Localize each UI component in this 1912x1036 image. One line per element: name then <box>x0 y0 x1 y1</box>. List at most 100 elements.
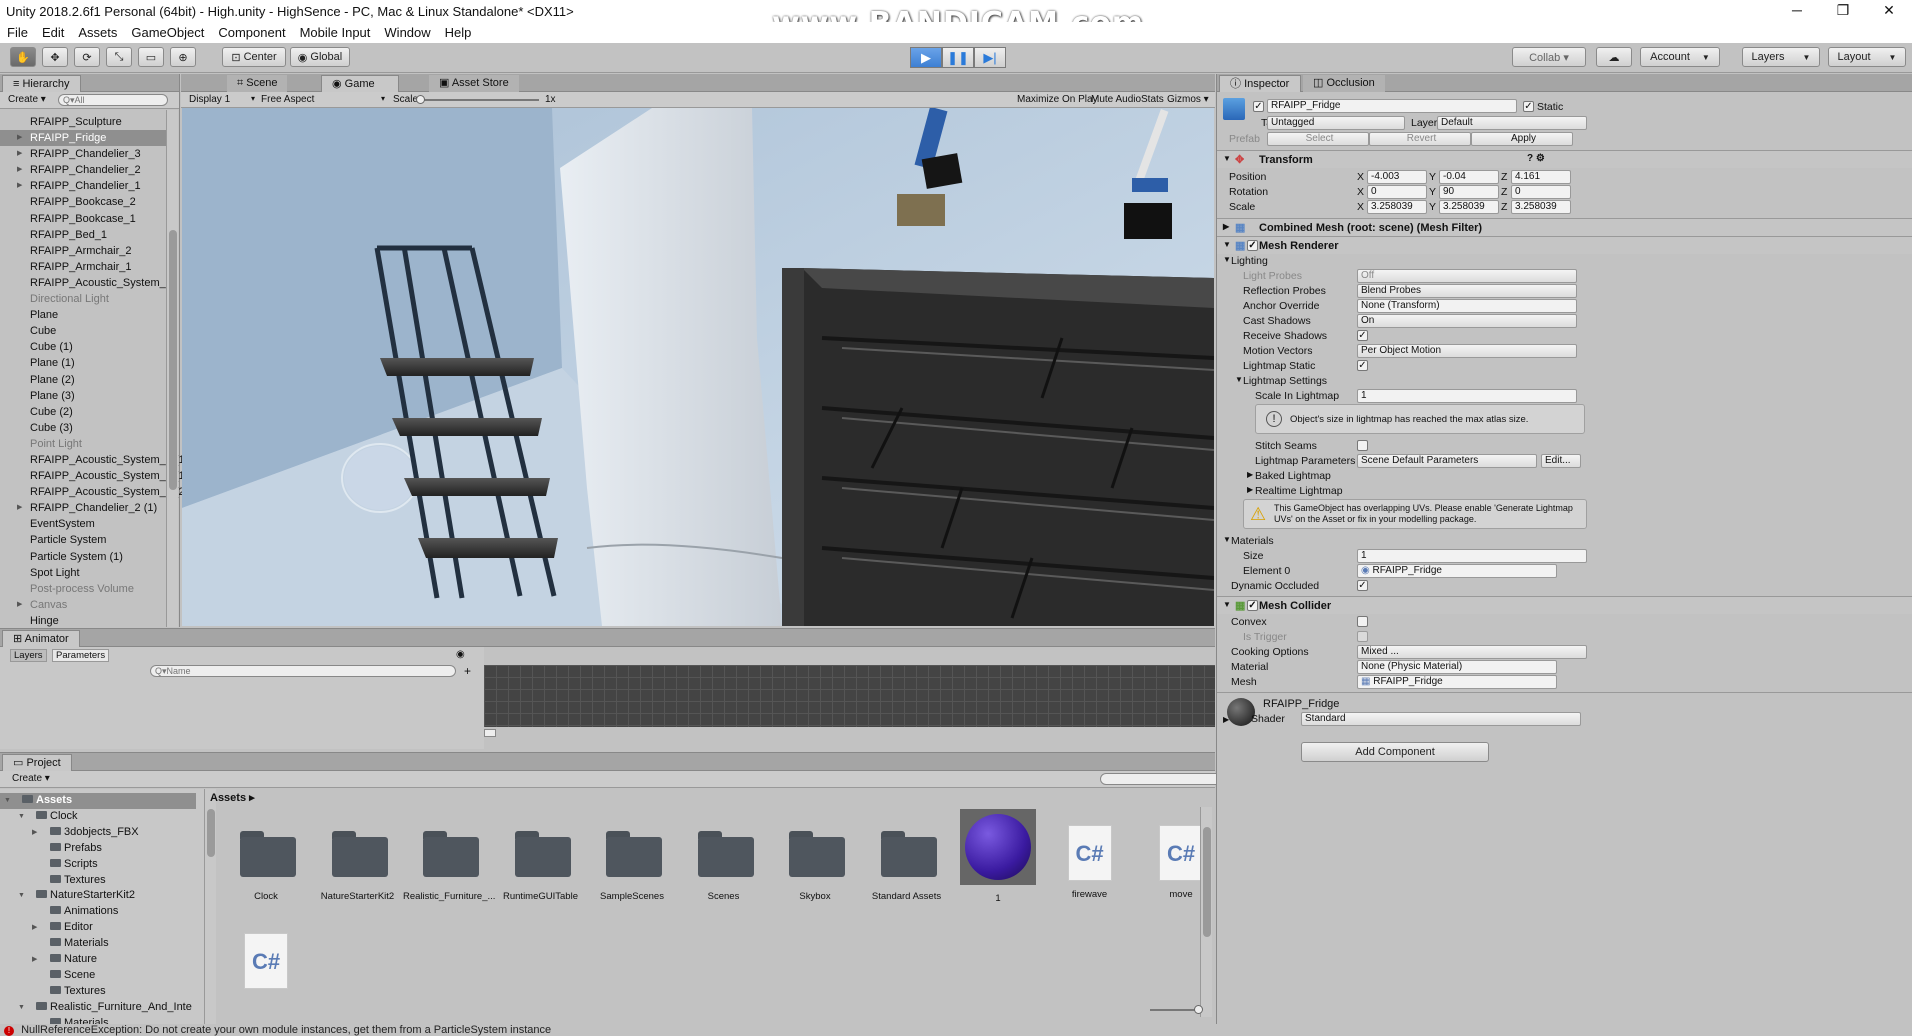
cloud-button[interactable]: ☁ <box>1596 47 1632 67</box>
is-trigger-checkbox[interactable] <box>1357 631 1368 642</box>
tab-animator[interactable]: ⊞ Animator <box>2 630 80 647</box>
space-global-button[interactable]: ◉ Global <box>290 47 350 67</box>
tab-asset-store[interactable]: ▣ Asset Store <box>429 75 519 92</box>
project-tree-item[interactable]: ▼ NatureStarterKit2 <box>0 888 196 904</box>
hierarchy-item[interactable]: Spot Light <box>0 565 166 581</box>
foldout-icon[interactable]: ▶ <box>1223 715 1229 724</box>
menu-help[interactable]: Help <box>438 25 479 40</box>
reflection-probes-dropdown[interactable]: Blend Probes <box>1357 284 1577 298</box>
icon-size-slider[interactable] <box>1150 1005 1203 1014</box>
menu-window[interactable]: Window <box>377 25 437 40</box>
create-button[interactable]: Create ▾ <box>8 94 46 105</box>
scale-slider[interactable] <box>416 95 539 104</box>
gizmos-dropdown[interactable]: Gizmos ▾ <box>1167 94 1209 105</box>
asset-item[interactable]: C# move <box>1135 815 1227 900</box>
transform-tool-icon[interactable]: ⊕ <box>170 47 196 67</box>
hierarchy-item[interactable]: Cube (3) <box>0 420 166 436</box>
realtime-lightmap-label[interactable]: Realtime Lightmap <box>1255 485 1343 497</box>
menu-file[interactable]: File <box>0 25 35 40</box>
hierarchy-item[interactable]: RFAIPP_Armchair_2 <box>0 243 166 259</box>
hierarchy-item[interactable]: Plane <box>0 307 166 323</box>
hierarchy-item[interactable]: Canvas <box>0 597 166 613</box>
hierarchy-item[interactable]: RFAIPP_Chandelier_2 <box>0 162 166 178</box>
mesh-renderer-header[interactable]: ▼ ▦ ✓ Mesh Renderer <box>1217 236 1912 254</box>
icon-size-slider-thumb[interactable] <box>1194 1005 1203 1014</box>
tab-project[interactable]: ▭ Project <box>2 754 72 771</box>
foldout-icon[interactable]: ▼ <box>1235 375 1243 384</box>
asset-item[interactable]: C# <box>220 933 312 989</box>
asset-item[interactable]: Realistic_Furniture_... <box>403 815 495 902</box>
hierarchy-item[interactable]: Plane (1) <box>0 355 166 371</box>
scale-slider-thumb[interactable] <box>416 95 425 104</box>
asset-item[interactable]: SampleScenes <box>586 815 678 902</box>
hierarchy-item[interactable]: RFAIPP_Bed_1 <box>0 227 166 243</box>
layer-dropdown[interactable]: Default <box>1437 116 1587 130</box>
foldout-icon[interactable]: ▶ <box>32 920 37 936</box>
dynamic-occluded-checkbox[interactable]: ✓ <box>1357 580 1368 591</box>
foldout-icon[interactable]: ▼ <box>1223 255 1231 264</box>
aspect-dropdown[interactable]: Free Aspect <box>261 94 381 105</box>
game-viewport[interactable] <box>182 108 1214 626</box>
active-checkbox[interactable]: ✓ <box>1253 101 1264 112</box>
hierarchy-item[interactable]: RFAIPP_Chandelier_2 (1) <box>0 500 166 516</box>
stats-toggle[interactable]: Stats <box>1141 94 1164 105</box>
hierarchy-item[interactable]: Plane (3) <box>0 388 166 404</box>
transform-rot-y-field[interactable]: 90 <box>1439 185 1499 199</box>
anchor-override-field[interactable]: None (Transform) <box>1357 299 1577 313</box>
hierarchy-item[interactable]: RFAIPP_Acoustic_System_2 (1) <box>0 468 188 484</box>
transform-pos-y-field[interactable]: -0.04 <box>1439 170 1499 184</box>
mesh-filter-header[interactable]: ▶ ▦ Combined Mesh (root: scene) (Mesh Fi… <box>1217 218 1912 236</box>
motion-vectors-dropdown[interactable]: Per Object Motion <box>1357 344 1577 358</box>
materials-size-field[interactable]: 1 <box>1357 549 1587 563</box>
eye-icon[interactable]: ◉ <box>456 649 465 660</box>
asset-scrollbar[interactable] <box>1200 807 1212 1017</box>
animator-layers-tab[interactable]: Layers <box>10 649 47 662</box>
project-tree-item[interactable]: Animations <box>0 904 196 920</box>
hierarchy-item[interactable]: RFAIPP_Armchair_1 <box>0 259 166 275</box>
foldout-icon[interactable]: ▼ <box>4 793 11 809</box>
hierarchy-item[interactable]: RFAIPP_Bookcase_1 <box>0 211 166 227</box>
move-tool-icon[interactable]: ✥ <box>42 47 68 67</box>
asset-item[interactable]: C# firewave <box>1044 815 1136 900</box>
prefab-select-button[interactable]: Select <box>1267 132 1369 146</box>
hierarchy-item[interactable]: Point Light <box>0 436 166 452</box>
tab-scene[interactable]: ⌗ Scene <box>227 75 288 92</box>
layout-dropdown[interactable]: Layout ▼ <box>1828 47 1906 67</box>
foldout-icon[interactable]: ▼ <box>18 1000 25 1016</box>
transform-scl-x-field[interactable]: 3.258039 <box>1367 200 1427 214</box>
hierarchy-item[interactable]: Directional Light <box>0 291 166 307</box>
mesh-renderer-enabled-checkbox[interactable]: ✓ <box>1247 240 1258 251</box>
project-tree-item[interactable]: ▼ Clock <box>0 809 196 825</box>
foldout-icon[interactable]: ▶ <box>1223 222 1229 231</box>
project-tree-item[interactable]: ▶ 3dobjects_FBX <box>0 825 196 841</box>
rect-tool-icon[interactable]: ▭ <box>138 47 164 67</box>
add-component-button[interactable]: Add Component <box>1301 742 1489 762</box>
project-tree-item[interactable]: ▶ Nature <box>0 952 196 968</box>
mesh-field[interactable]: ▦ RFAIPP_Fridge <box>1357 675 1557 689</box>
collab-button[interactable]: Collab ▾ <box>1512 47 1586 67</box>
asset-item[interactable]: RuntimeGUITable <box>495 815 587 902</box>
hierarchy-scrollbar[interactable] <box>166 110 178 627</box>
stitch-seams-checkbox[interactable] <box>1357 440 1368 451</box>
mesh-collider-enabled-checkbox[interactable]: ✓ <box>1247 600 1258 611</box>
hierarchy-search-input[interactable] <box>58 94 168 106</box>
prefab-revert-button[interactable]: Revert <box>1369 132 1471 146</box>
menu-mobile-input[interactable]: Mobile Input <box>293 25 378 40</box>
step-button[interactable]: ▶| <box>974 47 1006 68</box>
play-button[interactable]: ▶ <box>910 47 942 68</box>
project-tree-item[interactable]: Textures <box>0 984 196 1000</box>
transform-scl-z-field[interactable]: 3.258039 <box>1511 200 1571 214</box>
asset-item[interactable]: 1 <box>952 809 1044 904</box>
help-icon[interactable]: ? ⚙ <box>1527 153 1545 164</box>
hierarchy-item[interactable]: Hinge <box>0 613 166 629</box>
pause-button[interactable]: ❚❚ <box>942 47 974 68</box>
hierarchy-item[interactable]: RFAIPP_Acoustic_System_2 <box>0 275 172 291</box>
foldout-icon[interactable]: ▶ <box>32 952 37 968</box>
asset-item[interactable]: Scenes <box>678 815 770 902</box>
layers-dropdown[interactable]: Layers ▼ <box>1742 47 1820 67</box>
project-tree-scrollbar[interactable] <box>204 789 216 1025</box>
tab-inspector[interactable]: ⓘ Inspector <box>1219 75 1301 92</box>
foldout-icon[interactable]: ▶ <box>1247 470 1253 479</box>
cooking-options-dropdown[interactable]: Mixed ... <box>1357 645 1587 659</box>
status-bar[interactable]: ! NullReferenceException: Do not create … <box>0 1024 1912 1036</box>
